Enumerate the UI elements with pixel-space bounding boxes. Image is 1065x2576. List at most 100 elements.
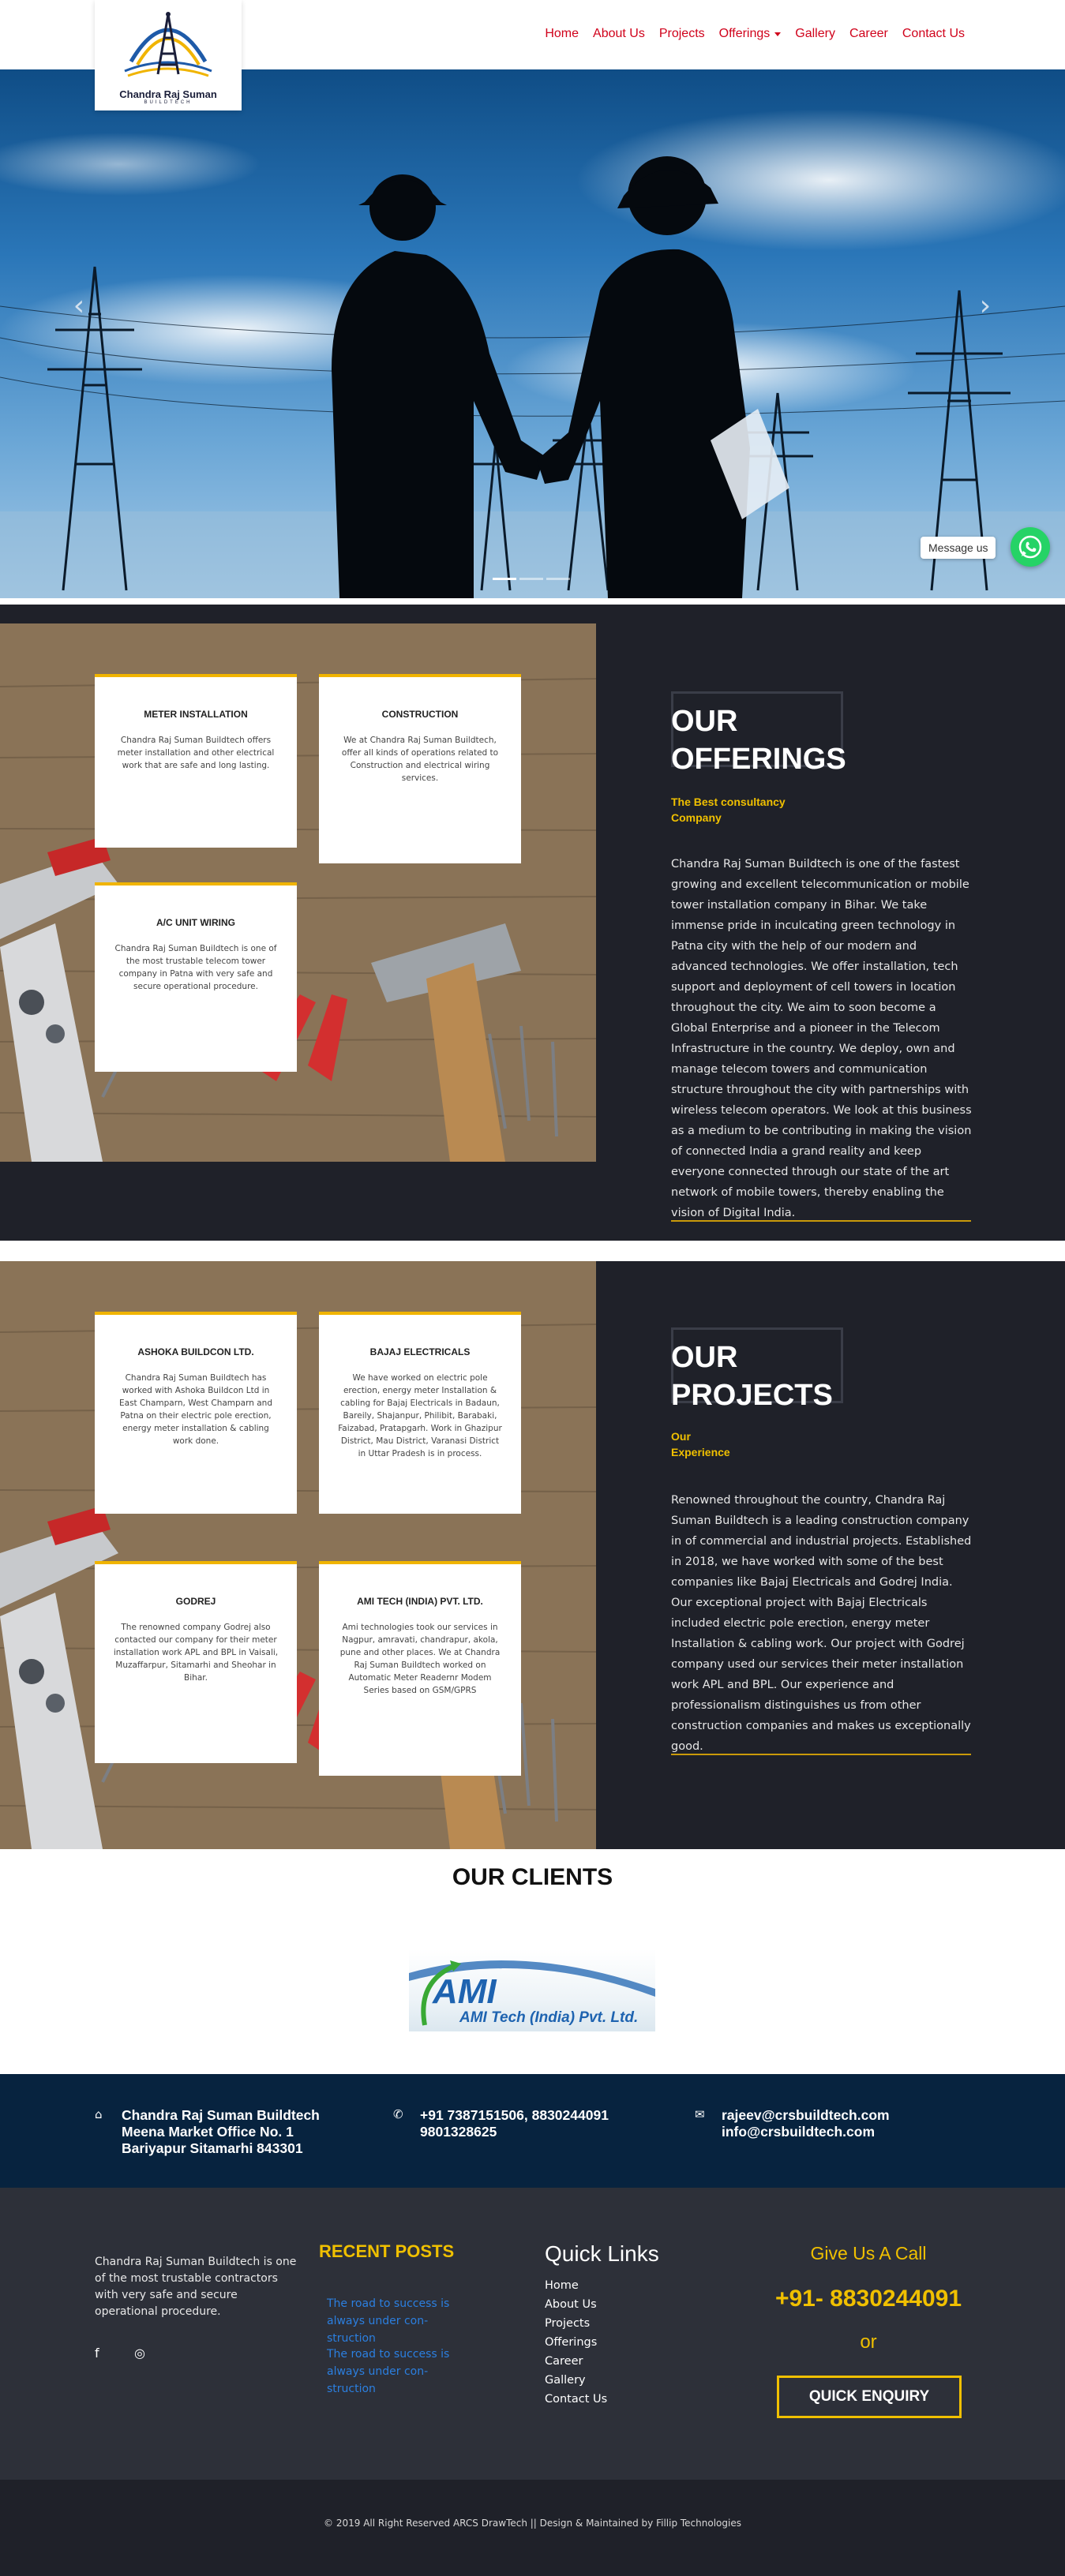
- nav-home[interactable]: Home: [545, 27, 579, 41]
- client-logo-caption: AMI Tech (India) Pvt. Ltd.: [459, 2009, 638, 2026]
- card-title: CONSTRUCTION: [381, 709, 459, 720]
- card-title: GODREJ: [175, 1596, 216, 1607]
- offerings-section: METER INSTALLATION Chandra Raj Suman Bui…: [0, 605, 1065, 1241]
- offerings-title: OUR OFFERINGS: [671, 702, 846, 778]
- call-or-text: or: [860, 2331, 877, 2353]
- nav-career[interactable]: Career: [849, 27, 888, 41]
- facebook-icon: f: [95, 2346, 99, 2361]
- facebook-link[interactable]: f: [95, 2346, 99, 2361]
- nav-offerings[interactable]: Offerings: [719, 27, 782, 41]
- offerings-title-line2: OFFERINGS: [671, 743, 846, 776]
- section-divider: [671, 1220, 971, 1222]
- projects-title: OUR PROJECTS: [671, 1339, 833, 1414]
- site-logo[interactable]: Chandra Raj Suman BUILDTECH: [95, 0, 242, 110]
- card-title: BAJAJ ELECTRICALS: [369, 1346, 471, 1357]
- client-logo-ami[interactable]: AMI AMI Tech (India) Pvt. Ltd.: [409, 1949, 655, 2031]
- projects-description: Renowned throughout the country, Chandra…: [671, 1494, 972, 1753]
- ami-logo-icon: AMI AMI Tech (India) Pvt. Ltd.: [409, 1960, 655, 2026]
- contact-email: ✉ rajeev@crsbuildtech.com info@crsbuildt…: [695, 2107, 890, 2140]
- contact-bar: ⌂ Chandra Raj Suman Buildtech Meena Mark…: [0, 2074, 1065, 2188]
- site-header: Chandra Raj Suman BUILDTECH Home About U…: [0, 0, 1065, 110]
- nav-offerings-label: Offerings: [718, 27, 771, 40]
- carousel-indicator[interactable]: [493, 578, 516, 580]
- nav-gallery[interactable]: Gallery: [795, 27, 835, 41]
- email-address[interactable]: info@crsbuildtech.com: [722, 2124, 890, 2140]
- copyright-text: © 2019 All Right Reserved ARCS DrawTech …: [324, 2518, 741, 2529]
- offerings-subtitle: The Best consultancy Company: [671, 796, 786, 824]
- instagram-link[interactable]: ◎: [134, 2346, 145, 2361]
- quick-link-gallery[interactable]: Gallery: [545, 2371, 607, 2390]
- address-line: Chandra Raj Suman Buildtech: [122, 2107, 320, 2123]
- offerings-title-line1: OUR: [671, 705, 738, 738]
- caret-down-icon: [774, 32, 782, 36]
- offerings-description: Chandra Raj Suman Buildtech is one of th…: [671, 858, 972, 1219]
- carousel-indicator[interactable]: [519, 578, 543, 580]
- call-phone-number[interactable]: +91- 8830244091: [742, 2286, 995, 2312]
- whatsapp-message-label[interactable]: Message us: [921, 537, 996, 559]
- phone-icon: ✆: [393, 2107, 403, 2121]
- card-title: AMI TECH (INDIA) PVT. LTD.: [357, 1596, 483, 1607]
- phone-number[interactable]: 9801328625: [420, 2124, 609, 2140]
- card-text: Chandra Raj Suman Buildtech has worked w…: [119, 1373, 272, 1446]
- quick-link-offerings[interactable]: Offerings: [545, 2333, 607, 2352]
- projects-title-line2: PROJECTS: [671, 1379, 833, 1412]
- carousel-prev-button[interactable]: ‹: [63, 290, 95, 322]
- card-text: Ami technologies took our services in Na…: [339, 1623, 501, 1695]
- hero-image: [0, 109, 1065, 598]
- nav-projects[interactable]: Projects: [659, 27, 705, 41]
- address-line: Bariyapur Sitamarhi 843301: [122, 2140, 303, 2156]
- call-title: Give Us A Call: [810, 2243, 927, 2263]
- email-address[interactable]: rajeev@crsbuildtech.com: [722, 2107, 890, 2124]
- recent-post-link[interactable]: The road to success is always under con-…: [327, 2295, 461, 2347]
- project-card-ashoka-buildcon: ASHOKA BUILDCON LTD. Chandra Raj Suman B…: [95, 1312, 297, 1514]
- card-text: We at Chandra Raj Suman Buildtech, offer…: [341, 736, 499, 783]
- quick-link-projects[interactable]: Projects: [545, 2314, 607, 2333]
- quick-link-home[interactable]: Home: [545, 2276, 607, 2295]
- clients-title: OUR CLIENTS: [452, 1864, 613, 1890]
- envelope-icon: ✉: [695, 2107, 705, 2121]
- card-text: The renowned company Godrej also contact…: [113, 1623, 279, 1683]
- footer-about-text: Chandra Raj Suman Buildtech is one of th…: [95, 2256, 297, 2318]
- project-card-godrej: GODREJ The renowned company Godrej also …: [95, 1561, 297, 1763]
- carousel-indicator[interactable]: [546, 578, 570, 580]
- carousel-next-button[interactable]: ›: [969, 290, 1001, 322]
- project-card-bajaj-electricals: BAJAJ ELECTRICALS We have worked on elec…: [319, 1312, 521, 1514]
- copyright-bar: © 2019 All Right Reserved ARCS DrawTech …: [0, 2480, 1065, 2576]
- nav-contact-us[interactable]: Contact Us: [902, 27, 965, 41]
- whatsapp-icon: [1018, 535, 1042, 559]
- nav-about-us[interactable]: About Us: [593, 27, 645, 41]
- offering-card-construction: CONSTRUCTION We at Chandra Raj Suman Bui…: [319, 674, 521, 863]
- quick-links-title: Quick Links: [545, 2241, 659, 2266]
- card-title: ASHOKA BUILDCON LTD.: [137, 1346, 254, 1357]
- phone-number[interactable]: +91 7387151506, 8830244091: [420, 2107, 609, 2124]
- offering-card-meter-installation: METER INSTALLATION Chandra Raj Suman Bui…: [95, 674, 297, 848]
- quick-links-list: Home About Us Projects Offerings Career …: [545, 2276, 607, 2409]
- logo-tagline: BUILDTECH: [144, 100, 193, 105]
- chevron-left-icon: ‹: [73, 290, 85, 322]
- quick-link-contact-us[interactable]: Contact Us: [545, 2390, 607, 2409]
- chevron-right-icon: ›: [979, 290, 992, 322]
- card-title: A/C UNIT WIRING: [156, 917, 235, 928]
- recent-post-link[interactable]: The road to success is always under con-…: [327, 2346, 461, 2398]
- client-logo-mark: AMI: [432, 1972, 497, 2011]
- contact-address: ⌂ Chandra Raj Suman Buildtech Meena Mark…: [95, 2107, 320, 2157]
- card-title: METER INSTALLATION: [144, 709, 248, 720]
- home-icon: ⌂: [95, 2107, 103, 2121]
- project-card-ami-tech: AMI TECH (INDIA) PVT. LTD. Ami technolog…: [319, 1561, 521, 1776]
- tower-logo-icon: [124, 12, 212, 77]
- contact-phone: ✆ +91 7387151506, 8830244091 9801328625: [393, 2107, 609, 2140]
- offering-card-ac-unit-wiring: A/C UNIT WIRING Chandra Raj Suman Buildt…: [95, 882, 297, 1072]
- quick-enquiry-button[interactable]: QUICK ENQUIRY: [777, 2376, 962, 2418]
- projects-section: ASHOKA BUILDCON LTD. Chandra Raj Suman B…: [0, 1261, 1065, 1849]
- card-text: Chandra Raj Suman Buildtech is one of th…: [114, 944, 277, 991]
- quick-link-career[interactable]: Career: [545, 2352, 607, 2371]
- address-line: Meena Market Office No. 1: [122, 2124, 294, 2140]
- carousel-indicators: [493, 578, 570, 580]
- quick-link-about-us[interactable]: About Us: [545, 2295, 607, 2314]
- main-nav: Home About Us Projects Offerings Gallery…: [531, 27, 965, 41]
- section-divider: [671, 1754, 971, 1755]
- card-text: We have worked on electric pole erection…: [338, 1373, 502, 1458]
- projects-subtitle: Our Experience: [671, 1430, 730, 1458]
- whatsapp-button[interactable]: [1011, 527, 1050, 567]
- projects-title-line1: OUR: [671, 1341, 738, 1374]
